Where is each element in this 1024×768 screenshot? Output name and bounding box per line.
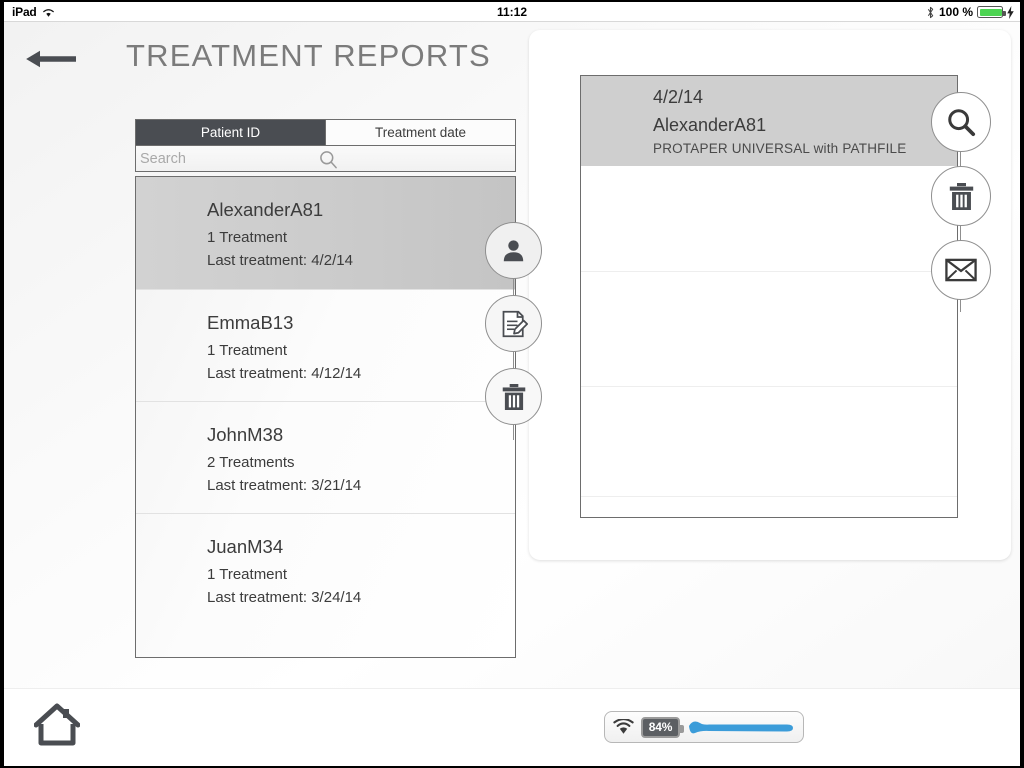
edit-document-icon (502, 310, 528, 337)
report-empty-row (581, 496, 957, 517)
back-arrow-icon (26, 50, 76, 68)
home-icon (33, 703, 81, 746)
person-icon (503, 240, 524, 262)
edit-report-button[interactable] (485, 295, 542, 352)
report-treatment-name: PROTAPER UNIVERSAL with PATHFILE (653, 141, 907, 156)
list-item-name: EmmaB13 (207, 312, 294, 333)
view-report-button[interactable] (931, 92, 991, 152)
treatment-report-card[interactable]: 4/2/14 AlexanderA81 PROTAPER UNIVERSAL w… (580, 75, 958, 518)
list-item-count: 2 Treatments (207, 454, 295, 471)
report-actions-rail (925, 92, 997, 312)
report-empty-row (581, 166, 957, 271)
list-item-name: JuanM34 (207, 536, 284, 557)
handpiece-icon (687, 717, 795, 737)
delete-report-button[interactable] (931, 166, 991, 226)
list-item-last-treatment: Last treatment: 3/24/14 (207, 589, 362, 606)
handpiece-battery-label: 84% (648, 720, 673, 734)
patient-list-panel: AlexanderA81 1 Treatment Last treatment:… (135, 176, 516, 658)
email-report-button[interactable] (931, 240, 991, 300)
trash-icon (949, 182, 973, 210)
tab-patient-id-label: Patient ID (200, 125, 261, 140)
clock-label: 11:12 (496, 5, 528, 19)
status-bar-right: 100 % (926, 2, 1014, 22)
list-item-name: AlexanderA81 (207, 199, 324, 220)
list-item-count: 1 Treatment (207, 342, 288, 359)
report-card-header: 4/2/14 AlexanderA81 PROTAPER UNIVERSAL w… (581, 76, 957, 166)
list-item-last-treatment: Last treatment: 4/12/14 (207, 365, 362, 382)
wifi-icon (613, 718, 634, 735)
report-empty-row (581, 271, 957, 386)
bluetooth-icon (926, 6, 935, 19)
list-item-last-treatment: Last treatment: 3/21/14 (207, 477, 362, 494)
patient-details-button[interactable] (485, 222, 542, 279)
report-patient-name: AlexanderA81 (653, 115, 767, 135)
battery-percent-label: 100 % (938, 5, 973, 19)
trash-icon (502, 383, 525, 410)
ipad-device-frame: iPad 11:12 100 % TREATMENT REPORTS Patie… (0, 0, 1024, 768)
list-item[interactable]: AlexanderA81 1 Treatment Last treatment:… (136, 177, 515, 289)
list-item-last-treatment: Last treatment: 4/2/14 (207, 252, 353, 269)
tab-treatment-date-label: Treatment date (374, 125, 467, 140)
envelope-icon (945, 258, 977, 282)
tab-treatment-date[interactable]: Treatment date (325, 120, 515, 145)
lightning-bolt-icon (1007, 5, 1014, 19)
device-status-pill: 84% (604, 711, 804, 743)
list-item[interactable]: JuanM34 1 Treatment Last treatment: 3/24… (136, 513, 515, 625)
patient-actions-rail (483, 222, 545, 440)
list-tab-bar: Patient ID Treatment date (135, 119, 516, 146)
home-button[interactable] (33, 703, 81, 749)
list-item-count: 1 Treatment (207, 229, 288, 246)
page-title: TREATMENT REPORTS (126, 38, 491, 73)
search-icon (948, 109, 976, 137)
report-date: 4/2/14 (653, 87, 704, 107)
list-item[interactable]: JohnM38 2 Treatments Last treatment: 3/2… (136, 401, 515, 513)
list-item-count: 1 Treatment (207, 566, 288, 583)
list-item-name: JohnM38 (207, 424, 284, 445)
handpiece-battery-indicator: 84% (641, 716, 684, 738)
search-icon[interactable] (319, 150, 338, 169)
search-bar[interactable] (135, 145, 516, 172)
ios-status-bar: iPad 11:12 100 % (4, 2, 1020, 22)
report-empty-row (581, 386, 957, 496)
patient-list-column: Patient ID Treatment date Search Alexand… (135, 119, 516, 658)
delete-patient-button[interactable] (485, 368, 542, 425)
search-input[interactable] (136, 146, 386, 171)
app-canvas: TREATMENT REPORTS Patient ID Treatment d… (4, 22, 1020, 766)
back-button[interactable] (26, 42, 80, 76)
list-item[interactable]: EmmaB13 1 Treatment Last treatment: 4/12… (136, 289, 515, 401)
status-bar-center: 11:12 (4, 2, 1020, 22)
ipad-screen: iPad 11:12 100 % TREATMENT REPORTS Patie… (4, 2, 1020, 766)
bottom-toolbar: 84% (4, 688, 1020, 766)
tab-patient-id[interactable]: Patient ID (136, 120, 325, 145)
battery-icon (977, 6, 1006, 18)
